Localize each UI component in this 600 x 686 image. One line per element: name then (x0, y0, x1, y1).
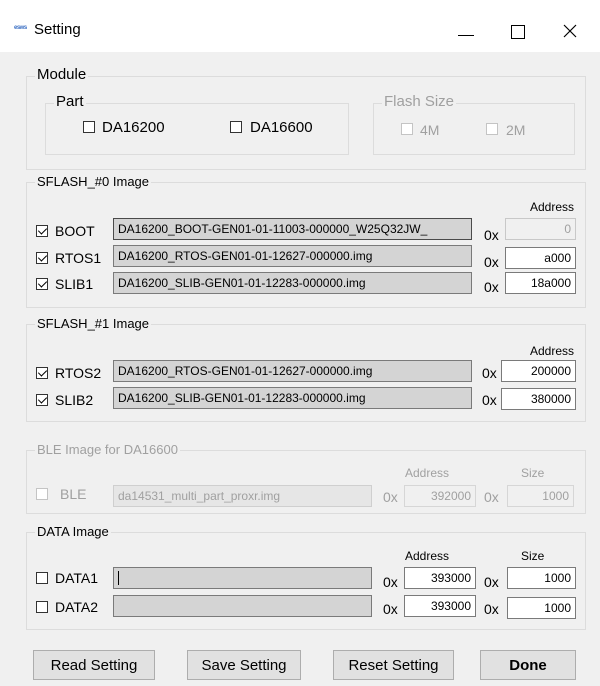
boot-address-field[interactable]: 0 (505, 218, 576, 240)
part-da16600-label: DA16600 (250, 119, 313, 136)
ble-size-field[interactable]: 1000 (507, 485, 574, 507)
data1-address-field[interactable]: 393000 (404, 567, 476, 589)
rtos1-checkbox[interactable] (36, 252, 48, 264)
data-legend: DATA Image (35, 524, 111, 540)
sflash0-address-header: Address (530, 200, 575, 214)
done-button[interactable]: Done (480, 650, 576, 680)
rtos1-path-field[interactable]: DA16200_RTOS-GEN01-01-12627-000000.img (113, 245, 472, 267)
rtos2-hex-prefix: 0x (482, 365, 497, 381)
rtos2-checkbox[interactable] (36, 367, 48, 379)
rtos2-address-field[interactable]: 200000 (501, 360, 576, 382)
data2-path-field[interactable] (113, 595, 372, 617)
part-da16200-checkbox[interactable] (83, 121, 95, 133)
data1-label: DATA1 (55, 570, 99, 586)
slib1-checkbox[interactable] (36, 278, 48, 290)
rtos1-hex-prefix: 0x (484, 254, 499, 270)
slib2-hex-prefix: 0x (482, 392, 497, 408)
close-icon (563, 24, 577, 38)
data-size-header: Size (521, 549, 545, 563)
flash-2m-checkbox[interactable] (486, 123, 498, 135)
rtos2-label: RTOS2 (55, 365, 102, 381)
slib1-label: SLIB1 (55, 276, 94, 292)
data1-path-field[interactable] (113, 567, 372, 589)
reset-setting-button[interactable]: Reset Setting (333, 650, 454, 680)
title-bar: esws Setting (0, 0, 600, 52)
module-legend: Module (35, 66, 89, 83)
ble-label: BLE (60, 486, 87, 502)
data1-hex-prefix: 0x (383, 574, 398, 590)
read-setting-button[interactable]: Read Setting (33, 650, 155, 680)
app-icon: esws (14, 25, 27, 31)
sflash1-address-header: Address (530, 344, 575, 358)
data-address-header: Address (405, 549, 450, 563)
data1-text-caret (118, 571, 119, 585)
flash-4m-label: 4M (420, 122, 440, 138)
rtos1-label: RTOS1 (55, 250, 102, 266)
slib2-path-field[interactable]: DA16200_SLIB-GEN01-01-12283-000000.img (113, 387, 472, 409)
ble-checkbox[interactable] (36, 488, 48, 500)
data1-size-hex-prefix: 0x (484, 574, 499, 590)
boot-label: BOOT (55, 223, 95, 239)
maximize-button[interactable] (497, 8, 541, 52)
ble-hex-prefix: 0x (383, 489, 398, 505)
ble-address-field[interactable]: 392000 (404, 485, 476, 507)
sflash0-legend: SFLASH_#0 Image (35, 174, 152, 190)
ble-address-header: Address (405, 466, 450, 480)
part-da16200-label: DA16200 (102, 119, 165, 136)
flash-2m-label: 2M (506, 122, 526, 138)
data2-size-field[interactable]: 1000 (507, 597, 576, 619)
data2-label: DATA2 (55, 599, 99, 615)
rtos1-address-field[interactable]: a000 (505, 247, 576, 269)
slib2-checkbox[interactable] (36, 394, 48, 406)
sflash1-legend: SFLASH_#1 Image (35, 316, 152, 332)
save-setting-button[interactable]: Save Setting (187, 650, 301, 680)
boot-hex-prefix: 0x (484, 227, 499, 243)
minimize-button[interactable] (444, 8, 488, 52)
slib1-hex-prefix: 0x (484, 279, 499, 295)
slib2-address-field[interactable]: 380000 (501, 388, 576, 410)
ble-path-field[interactable]: da14531_multi_part_proxr.img (113, 485, 372, 507)
slib2-label: SLIB2 (55, 392, 94, 408)
data2-size-hex-prefix: 0x (484, 601, 499, 617)
data2-address-field[interactable]: 393000 (404, 595, 476, 617)
flash-size-legend: Flash Size (382, 93, 457, 110)
data1-checkbox[interactable] (36, 572, 48, 584)
boot-checkbox[interactable] (36, 225, 48, 237)
ble-legend: BLE Image for DA16600 (35, 442, 180, 458)
slib1-path-field[interactable]: DA16200_SLIB-GEN01-01-12283-000000.img (113, 272, 472, 294)
data2-hex-prefix: 0x (383, 601, 398, 617)
rtos2-path-field[interactable]: DA16200_RTOS-GEN01-01-12627-000000.img (113, 360, 472, 382)
part-da16600-checkbox[interactable] (230, 121, 242, 133)
part-legend: Part (54, 93, 86, 110)
window-title: Setting (34, 21, 81, 38)
ble-size-header: Size (521, 466, 545, 480)
ble-size-hex-prefix: 0x (484, 489, 499, 505)
data1-size-field[interactable]: 1000 (507, 567, 576, 589)
data2-checkbox[interactable] (36, 601, 48, 613)
close-button[interactable] (550, 8, 594, 52)
boot-path-field[interactable]: DA16200_BOOT-GEN01-01-11003-000000_W25Q3… (113, 218, 472, 240)
slib1-address-field[interactable]: 18a000 (505, 272, 576, 294)
flash-4m-checkbox[interactable] (401, 123, 413, 135)
